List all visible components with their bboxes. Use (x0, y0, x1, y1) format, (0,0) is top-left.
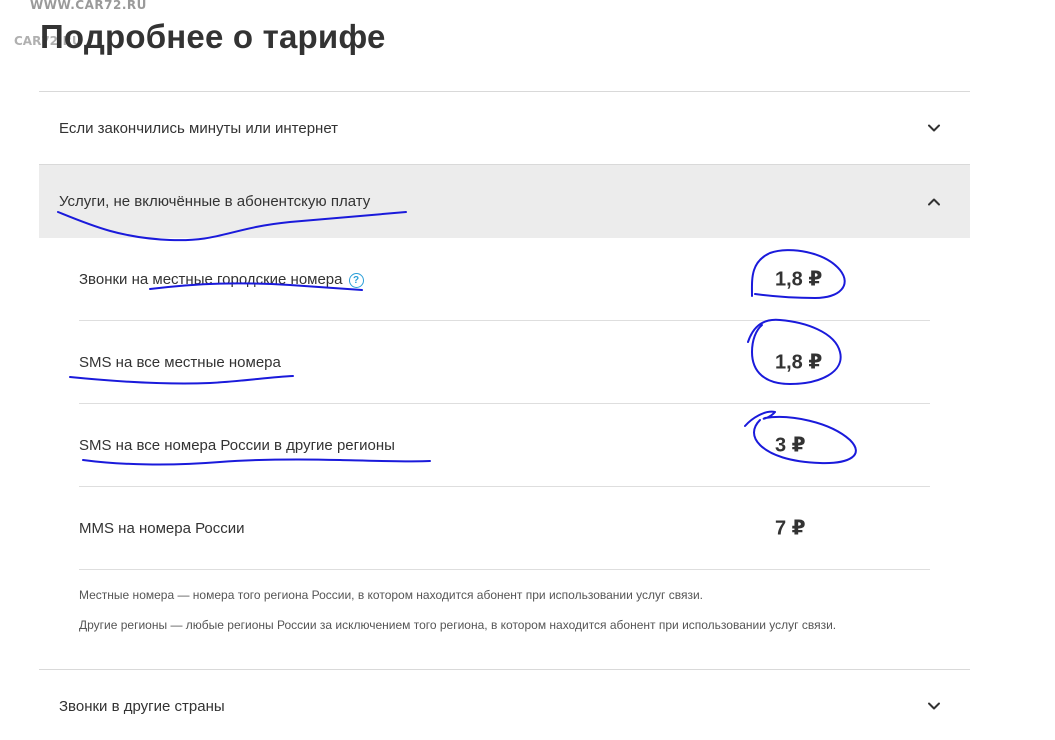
tariff-page: WWW.CAR72.RU CAR72.RU Подробнее о тарифе… (0, 0, 1055, 740)
service-price: 1,8 ₽ (775, 351, 823, 374)
accordion-header[interactable]: Звонки в другие страны (39, 670, 970, 740)
page-title: Подробнее о тарифе (40, 18, 386, 55)
service-label: SMS на все номера России в другие регион… (79, 436, 395, 454)
chevron-down-icon[interactable] (926, 698, 942, 714)
footnote-local: Местные номера — номера того региона Рос… (79, 588, 703, 602)
accordion-header[interactable]: Если закончились минуты или интернет (39, 92, 970, 164)
accordion-body: Звонки на местные городские номера? 1,8 … (39, 238, 970, 674)
service-price: 1,8 ₽ (775, 268, 823, 291)
price-row: SMS на все местные номера 1,8 ₽ (79, 321, 930, 404)
help-icon[interactable]: ? (348, 272, 364, 288)
accordion-item-international[interactable]: Звонки в другие страны (39, 669, 970, 740)
price-row: MMS на номера России 7 ₽ (79, 487, 930, 570)
service-price: 3 ₽ (775, 434, 806, 457)
accordion-item-out-of-minutes[interactable]: Если закончились минуты или интернет (39, 91, 970, 164)
tariff-accordion: Если закончились минуты или интернет Усл… (39, 91, 970, 674)
accordion-item-extra-services[interactable]: Услуги, не включённые в абонентскую плат… (39, 164, 970, 674)
watermark-text: WWW.CAR72.RU (30, 0, 147, 12)
footnote-regions: Другие регионы — любые регионы России за… (79, 618, 837, 632)
service-label: SMS на все местные номера (79, 353, 281, 371)
accordion-title: Услуги, не включённые в абонентскую плат… (59, 193, 371, 210)
chevron-down-icon[interactable] (926, 120, 942, 136)
price-row: Звонки на местные городские номера? 1,8 … (79, 238, 930, 321)
chevron-up-icon[interactable] (926, 194, 942, 210)
accordion-title: Если закончились минуты или интернет (59, 119, 339, 137)
footnotes: Местные номера — номера того региона Рос… (79, 570, 930, 674)
price-row: SMS на все номера России в другие регион… (79, 404, 930, 487)
service-label: Звонки на местные городские номера? (79, 271, 364, 288)
service-price: 7 ₽ (775, 517, 806, 540)
accordion-header[interactable]: Услуги, не включённые в абонентскую плат… (39, 165, 970, 238)
accordion-title: Звонки в другие страны (59, 697, 225, 715)
service-label: MMS на номера России (79, 519, 245, 537)
